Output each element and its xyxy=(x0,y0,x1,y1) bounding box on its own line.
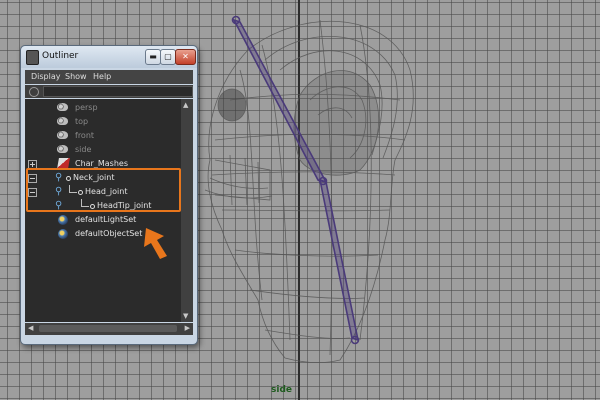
maximize-button[interactable]: ▢ xyxy=(160,49,176,65)
vertical-scrollbar[interactable]: ▲ ▼ xyxy=(181,99,193,322)
horizontal-scroll-thumb[interactable] xyxy=(39,325,177,332)
horizontal-scrollbar[interactable]: ◀ ▶ xyxy=(25,323,193,335)
camera-name-label: side xyxy=(271,385,292,395)
camera-icon xyxy=(57,103,68,111)
maya-app-icon xyxy=(26,50,39,65)
scroll-right-icon[interactable]: ▶ xyxy=(185,324,190,332)
scroll-up-icon[interactable]: ▲ xyxy=(183,101,188,109)
menu-help[interactable]: Help xyxy=(93,72,111,81)
window-title: Outliner xyxy=(42,51,79,61)
outliner-title-bar[interactable]: Outliner ▬ ▢ ✕ xyxy=(21,46,197,68)
menu-display[interactable]: Display xyxy=(31,72,61,81)
filter-bar xyxy=(25,85,193,98)
camera-icon xyxy=(57,145,68,153)
search-input[interactable] xyxy=(43,86,193,97)
list-item[interactable]: side xyxy=(25,143,181,157)
scroll-down-icon[interactable]: ▼ xyxy=(183,312,188,320)
minimize-button[interactable]: ▬ xyxy=(145,49,161,65)
list-item[interactable]: defaultLightSet xyxy=(25,213,181,227)
set-icon xyxy=(58,215,68,225)
set-icon xyxy=(58,229,68,239)
list-item[interactable]: front xyxy=(25,129,181,143)
menu-show[interactable]: Show xyxy=(65,72,87,81)
item-label: defaultObjectSet xyxy=(75,229,143,238)
item-label: side xyxy=(75,145,92,154)
list-item[interactable]: defaultObjectSet xyxy=(25,227,181,241)
item-label: persp xyxy=(75,103,98,112)
list-item[interactable]: top xyxy=(25,115,181,129)
joint-highlight-box xyxy=(26,168,181,212)
camera-icon xyxy=(57,117,68,125)
filter-options-icon[interactable] xyxy=(29,87,39,97)
scroll-left-icon[interactable]: ◀ xyxy=(28,324,33,332)
item-label: front xyxy=(75,131,95,140)
list-item[interactable]: persp xyxy=(25,101,181,115)
item-label: top xyxy=(75,117,89,126)
outliner-menu-bar: Display Show Help xyxy=(25,70,193,84)
close-button[interactable]: ✕ xyxy=(175,49,196,65)
camera-icon xyxy=(57,131,68,139)
item-label: defaultLightSet xyxy=(75,215,137,224)
